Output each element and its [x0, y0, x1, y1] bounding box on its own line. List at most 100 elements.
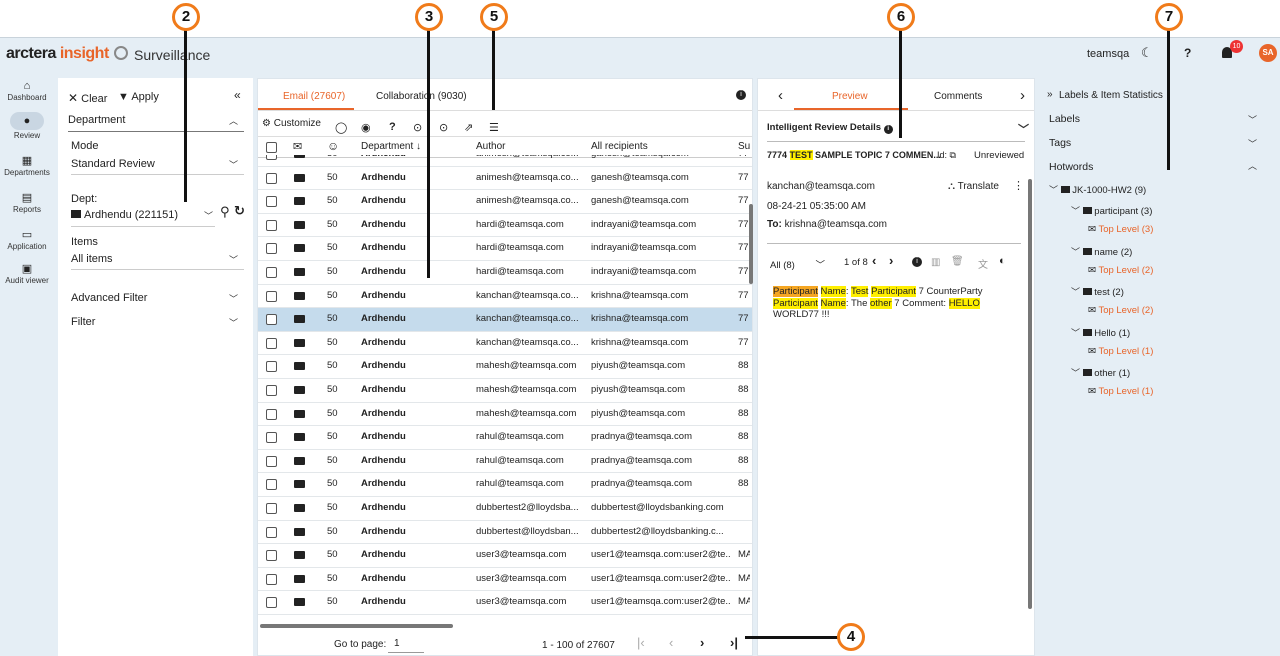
col-recipients[interactable]: All recipients [591, 141, 648, 152]
tab-preview[interactable]: Preview [832, 91, 868, 102]
info-icon[interactable]: i [912, 257, 922, 267]
department-section[interactable]: Department ︿ [68, 114, 244, 132]
rail-application[interactable]: ▭ Application [0, 228, 54, 251]
rail-audit-viewer[interactable]: ▣ Audit viewer [0, 262, 54, 285]
page-input[interactable]: 1 [388, 635, 424, 653]
row-checkbox[interactable] [266, 408, 277, 420]
row-checkbox[interactable] [266, 172, 277, 184]
table-row[interactable]: 50 Ardhendu user3@teamsqa.com user1@teamsqa… [258, 544, 752, 568]
table-row[interactable]: 50 Ardhendu mahesh@teamsqa.com piyush@teams… [258, 379, 752, 403]
message-scrollbar[interactable] [1028, 179, 1032, 609]
row-checkbox[interactable] [266, 503, 277, 514]
row-checkbox[interactable] [266, 573, 277, 585]
row-checkbox[interactable] [266, 526, 277, 538]
columns-icon[interactable]: ☰ [489, 121, 499, 134]
search-icon[interactable]: ⚲ [220, 204, 230, 220]
table-row[interactable]: 50 Ardhendu kanchan@teamsqa.co... krishna@t… [258, 285, 752, 309]
table-row[interactable]: 50 Ardhendu user3@teamsqa.com user1@teamsqa… [258, 568, 752, 592]
row-checkbox[interactable] [266, 219, 277, 231]
prev-item-icon[interactable]: ‹ [778, 87, 783, 104]
copy-icon[interactable]: ⧉ [950, 150, 956, 160]
rail-dashboard[interactable]: ⌂ Dashboard [0, 80, 54, 102]
tree-leaf[interactable]: ✉ Top Level (1) [1088, 386, 1153, 397]
moon-icon[interactable]: ☾ [1141, 45, 1153, 61]
labels-section[interactable]: Labels ﹀ [1049, 113, 1257, 125]
review-details-header[interactable]: Intelligent Review Details i ﹀ [767, 122, 1029, 136]
question-icon[interactable]: ? [389, 121, 396, 133]
table-row[interactable]: 50 Ardhendu rahul@teamsqa.com pradnya@teams… [258, 426, 752, 450]
delete-icon[interactable]: 🗑 [951, 256, 964, 267]
hotwords-section[interactable]: Hotwords ︿ [1049, 161, 1257, 173]
tree-root[interactable]: ﹀ JK-1000-HW2 (9) [1049, 183, 1146, 196]
table-row[interactable]: 50 Ardhendu rahul@teamsqa.com pradnya@teams… [258, 473, 752, 497]
advanced-filter-section[interactable]: Advanced Filter ﹀ [71, 292, 244, 304]
clear-button[interactable]: ✕ Clear [68, 91, 107, 105]
help-icon[interactable]: ? [1184, 46, 1191, 60]
apply-button[interactable]: ▼ Apply [118, 91, 159, 103]
table-row[interactable]: 50 Ardhendu kanchan@teamsqa.co... krishna@t… [258, 308, 752, 332]
tab-collaboration[interactable]: Collaboration (9030) [376, 91, 467, 102]
filter-section[interactable]: Filter ﹀ [71, 316, 244, 328]
first-page-icon[interactable]: |‹ [637, 635, 645, 650]
tags-section[interactable]: Tags ﹀ [1049, 137, 1257, 149]
tree-group[interactable]: ﹀ participant (3) [1071, 204, 1152, 217]
col-author[interactable]: Author [476, 141, 505, 152]
panel-icon[interactable]: ▥ [931, 257, 940, 268]
col-subject[interactable]: Su [738, 141, 750, 152]
target-icon[interactable]: ⊙ [439, 121, 448, 134]
flag-icon[interactable]: ⊙ [413, 121, 422, 134]
row-checkbox[interactable] [266, 155, 277, 160]
brand-logo[interactable]: arctera insight [6, 45, 109, 63]
prev-page-icon[interactable]: ‹ [669, 635, 673, 650]
row-checkbox[interactable] [266, 337, 277, 349]
avatar[interactable]: SA [1259, 44, 1277, 62]
table-row[interactable]: 50 Ardhendu animesh@teamsqa.co... ganesh@te… [258, 155, 752, 167]
dept-select[interactable]: Ardhendu (221151) ﹀ [71, 209, 215, 227]
items-select[interactable]: All items ﹀ [71, 253, 244, 270]
table-row[interactable]: 50 Ardhendu animesh@teamsqa.co... ganesh@te… [258, 167, 752, 191]
table-row[interactable]: 50 Ardhendu mahesh@teamsqa.com piyush@teams… [258, 403, 752, 427]
more-icon[interactable]: ⋮ [1013, 179, 1024, 192]
mode-select[interactable]: Standard Review ﹀ [71, 158, 244, 175]
rail-reports[interactable]: ▤ Reports [0, 191, 54, 214]
tree-group[interactable]: ﹀ Hello (1) [1071, 326, 1130, 339]
next-item-icon[interactable]: › [1020, 87, 1025, 104]
tab-email[interactable]: Email (27607) [283, 91, 345, 102]
row-checkbox[interactable] [266, 597, 277, 609]
row-checkbox[interactable] [266, 385, 277, 396]
customize-button[interactable]: ⚙ Customize [262, 118, 321, 129]
table-row[interactable]: 50 Ardhendu animesh@teamsqa.co... ganesh@te… [258, 190, 752, 214]
rail-review[interactable]: ● Review [0, 112, 54, 140]
row-checkbox[interactable] [266, 290, 277, 302]
table-row[interactable]: 50 Ardhendu kanchan@teamsqa.co... krishna@t… [258, 332, 752, 356]
tree-leaf[interactable]: ✉ Top Level (2) [1088, 265, 1153, 276]
last-page-icon[interactable]: ›| [730, 635, 738, 650]
table-row[interactable]: 50 Ardhendu dubbertest2@lloydsba... dubbert… [258, 497, 752, 521]
translate-button[interactable]: ⛬ Translate [948, 181, 999, 192]
contrast-icon[interactable]: ◐ [999, 255, 1006, 267]
row-checkbox[interactable] [266, 432, 277, 444]
table-row[interactable]: 50 Ardhendu hardi@teamsqa.com indrayani@tea… [258, 214, 752, 238]
clock-icon[interactable]: ◉ [361, 121, 371, 134]
all-select[interactable]: All (8) ﹀ [770, 257, 825, 271]
next-message-icon[interactable]: › [889, 253, 893, 268]
tree-group[interactable]: ﹀ other (1) [1071, 366, 1130, 379]
row-checkbox[interactable] [266, 267, 277, 278]
info-icon[interactable]: i [736, 90, 746, 100]
tree-group[interactable]: ﹀ test (2) [1071, 285, 1124, 298]
table-row[interactable]: 50 Ardhendu user3@teamsqa.com user1@teamsqa… [258, 591, 752, 615]
vertical-scrollbar[interactable] [749, 204, 753, 284]
table-row[interactable]: 50 Ardhendu hardi@teamsqa.com indrayani@tea… [258, 237, 752, 261]
external-link-icon[interactable]: ⇗ [464, 121, 473, 134]
table-row[interactable]: 50 Ardhendu rahul@teamsqa.com pradnya@teams… [258, 450, 752, 474]
table-row[interactable]: 50 Ardhendu mahesh@teamsqa.com piyush@teams… [258, 355, 752, 379]
tree-group[interactable]: ﹀ name (2) [1071, 245, 1132, 258]
refresh-icon[interactable]: ↻ [234, 203, 245, 219]
row-checkbox[interactable] [266, 550, 277, 562]
row-checkbox[interactable] [266, 361, 277, 373]
next-page-icon[interactable]: › [700, 635, 704, 650]
tree-leaf[interactable]: ✉ Top Level (1) [1088, 346, 1153, 357]
row-checkbox[interactable] [266, 243, 277, 255]
collapse-icon[interactable]: « [234, 88, 241, 102]
col-department[interactable]: Department ↓ [361, 141, 421, 152]
